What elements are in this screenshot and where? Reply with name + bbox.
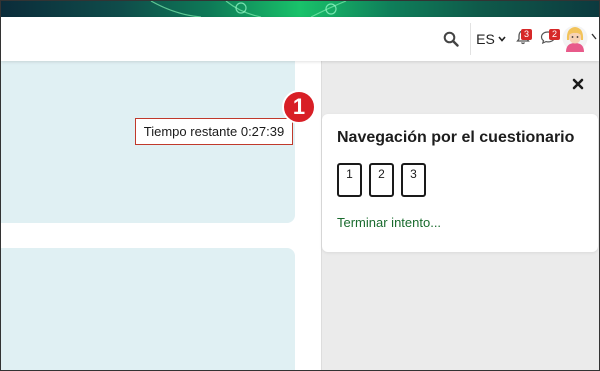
header-divider	[470, 23, 471, 55]
chevron-down-icon	[498, 34, 506, 44]
top-header: ES 3 2	[1, 17, 599, 61]
question-number: 2	[378, 167, 385, 181]
question-number: 3	[410, 167, 417, 181]
finish-attempt-link[interactable]: Terminar intento...	[337, 215, 441, 230]
question-nav-button[interactable]: 2	[369, 163, 394, 197]
avatar[interactable]	[562, 24, 588, 52]
question-nav-button[interactable]: 1	[337, 163, 362, 197]
question-number: 1	[346, 167, 353, 181]
question-nav-button[interactable]: 3	[401, 163, 426, 197]
messages-button[interactable]: 2	[535, 27, 561, 51]
language-label: ES	[476, 31, 495, 47]
messages-badge: 2	[549, 29, 560, 40]
language-selector[interactable]: ES	[474, 27, 508, 51]
top-banner	[1, 1, 599, 17]
quiz-navigation-drawer: Navegación por el cuestionario 1 2 3 Ter…	[322, 61, 599, 370]
notifications-badge: 3	[521, 29, 532, 40]
navigation-title: Navegación por el cuestionario	[337, 129, 575, 146]
quiz-content	[1, 61, 321, 370]
search-icon[interactable]	[440, 27, 462, 51]
notifications-button[interactable]: 3	[511, 27, 535, 51]
question-card	[1, 248, 295, 370]
more-icon[interactable]	[591, 27, 599, 51]
page-frame: ES 3 2 Tiempo restante 0:27:39 1 Navegac…	[0, 0, 600, 371]
callout-marker: 1	[282, 90, 316, 124]
close-icon[interactable]	[572, 77, 584, 95]
time-remaining: Tiempo restante 0:27:39	[135, 118, 293, 145]
quiz-navigation-block: Navegación por el cuestionario 1 2 3 Ter…	[322, 114, 598, 252]
